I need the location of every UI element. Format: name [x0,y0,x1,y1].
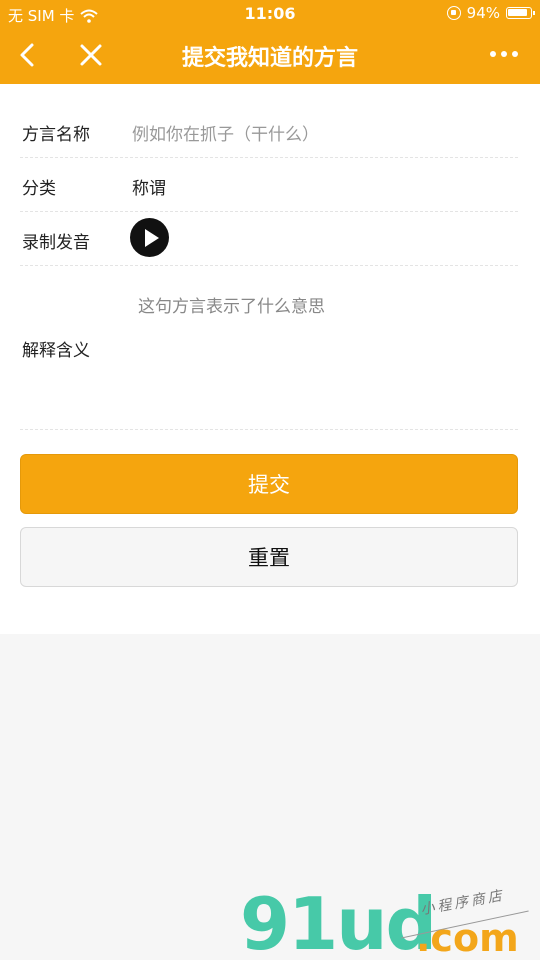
battery-icon [506,7,535,19]
dialect-form: 方言名称 例如你在抓子（干什么） 分类 称谓 录制发音 这句方言表示了什么意思 … [0,84,540,634]
page-title: 提交我知道的方言 [181,46,358,71]
watermark-domain: .com [416,916,519,960]
watermark-brand: 91ud [240,882,437,960]
record-label: 录制发音 [22,233,90,253]
nav-bar: 提交我知道的方言 [0,28,540,84]
name-label: 方言名称 [22,125,90,145]
status-right: 94% [446,4,535,22]
more-menu-icon[interactable] [490,51,518,57]
status-bar: 无 SIM 卡 11:06 94% [0,0,540,28]
reset-button[interactable]: 重置 [20,527,518,587]
explain-label: 解释含义 [22,341,90,361]
watermark: 91ud 小程序商店 .com [240,882,540,960]
explain-field-row[interactable]: 这句方言表示了什么意思 解释含义 [20,266,518,430]
orientation-lock-icon [446,6,461,20]
record-field-row: 录制发音 [20,212,518,266]
submit-button[interactable]: 提交 [20,454,518,514]
battery-percent: 94% [466,4,500,22]
play-record-button[interactable] [130,218,169,257]
category-select[interactable]: 称谓 [132,174,166,199]
name-input[interactable]: 例如你在抓子（干什么） [132,120,319,145]
category-label: 分类 [22,179,56,199]
category-field-row[interactable]: 分类 称谓 [20,158,518,212]
name-field-row[interactable]: 方言名称 例如你在抓子（干什么） [20,84,518,158]
explain-textarea[interactable]: 这句方言表示了什么意思 [138,292,325,317]
